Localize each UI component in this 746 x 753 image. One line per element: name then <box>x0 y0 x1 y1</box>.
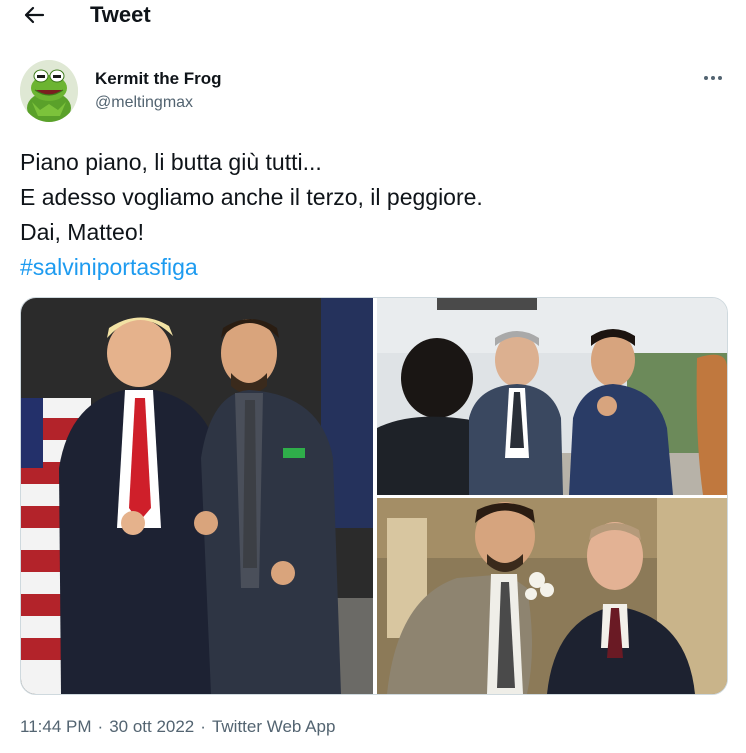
tweet-line: Piano piano, li butta giù tutti... <box>20 149 322 175</box>
more-options-button[interactable] <box>700 66 726 90</box>
tweet-time[interactable]: 11:44 PM <box>20 717 92 736</box>
back-button[interactable] <box>20 2 48 28</box>
page-title: Tweet <box>90 2 151 27</box>
tweet-photo-1[interactable] <box>21 298 373 694</box>
tweet-media-grid <box>20 297 728 695</box>
photo-three-men-icon <box>377 298 727 495</box>
tweet-date[interactable]: 30 ott 2022 <box>109 717 194 736</box>
photo-two-men-icon <box>21 298 373 694</box>
kermit-avatar-icon <box>20 60 78 122</box>
meta-separator: · <box>200 717 206 736</box>
tweet-line: Dai, Matteo! <box>20 219 144 245</box>
tweet-photo-2[interactable] <box>377 298 727 495</box>
tweet-line: E adesso vogliamo anche il terzo, il peg… <box>20 184 483 210</box>
tweet-text: Piano piano, li butta giù tutti... E ade… <box>20 145 726 285</box>
ellipsis-icon <box>704 76 722 80</box>
tweet-author: Kermit the Frog @meltingmax <box>20 60 726 124</box>
tweet-meta: 11:44 PM · 30 ott 2022 · Twitter Web App <box>20 716 335 738</box>
author-handle[interactable]: @meltingmax <box>95 93 193 113</box>
meta-separator: · <box>97 717 104 736</box>
tweet-source-link[interactable]: Twitter Web App <box>212 717 335 736</box>
arrow-left-icon <box>24 6 45 24</box>
author-display-name[interactable]: Kermit the Frog <box>95 69 222 89</box>
avatar[interactable] <box>20 60 78 122</box>
photo-two-men-indoor-icon <box>377 498 727 694</box>
hashtag-link[interactable]: #salviniportasfiga <box>20 250 726 285</box>
tweet-photo-3[interactable] <box>377 498 727 694</box>
page-header: Tweet <box>0 0 746 30</box>
